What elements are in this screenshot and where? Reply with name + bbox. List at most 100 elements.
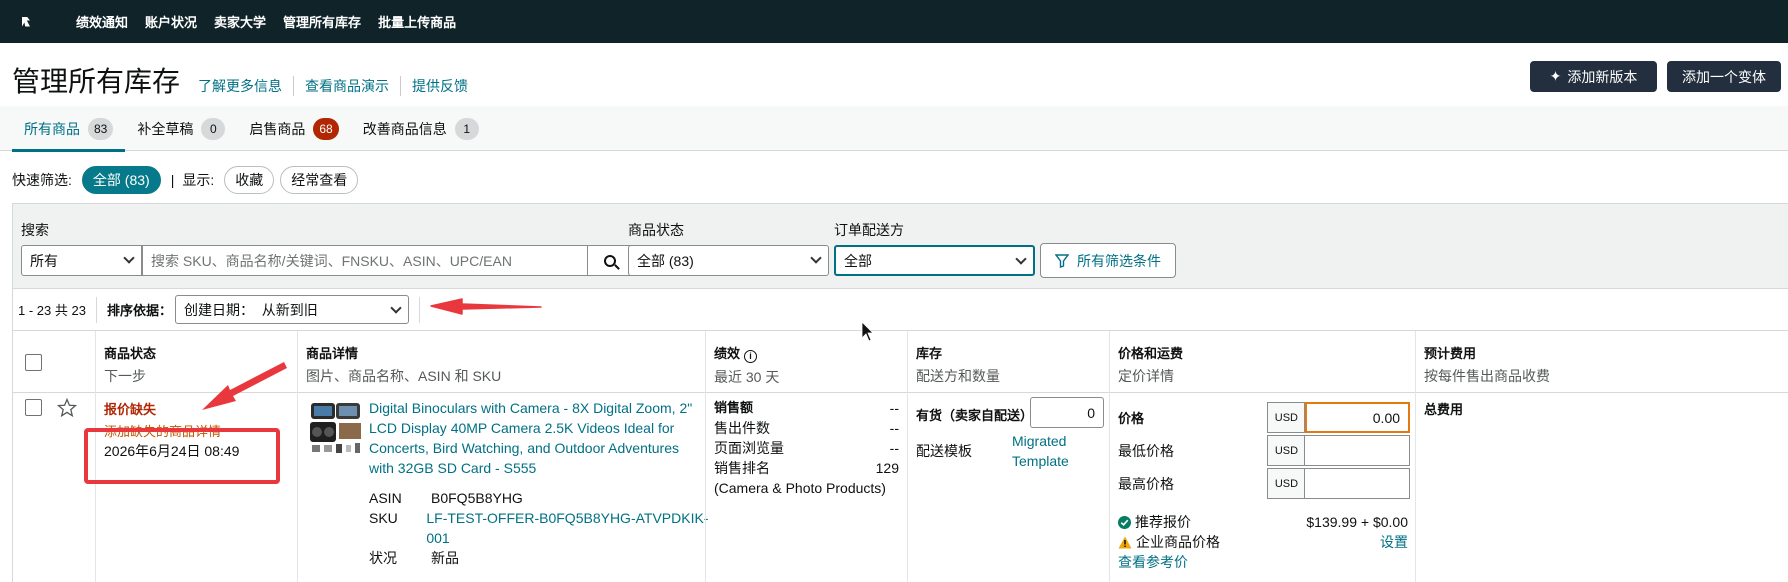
tab-label: 改善商品信息	[362, 120, 447, 137]
learn-more-link[interactable]: 了解更多信息	[198, 76, 295, 96]
column-fees: 预计费用 按每件售出商品收费	[1415, 331, 1788, 393]
divider	[418, 296, 420, 323]
column-title: 库存	[916, 346, 943, 361]
product-identifiers: ASIN B0FQ5B8YHG SKU LF-TEST-OFFER-B0FQ5B8Y…	[369, 488, 709, 568]
amazon-logo-icon[interactable]	[20, 14, 44, 30]
add-variant-button[interactable]: 添加一个变体	[1667, 61, 1781, 92]
column-title: 商品详情	[306, 346, 359, 361]
price-label: 价格	[1118, 411, 1145, 426]
shipping-template-link[interactable]: Migrated Template	[1012, 431, 1092, 471]
column-title: 价格和运费	[1118, 346, 1184, 361]
business-price-row: 企业商品价格 设置	[1118, 533, 1408, 551]
inventory-tabs: 所有商品 83 补全草稿 0 启售商品 68 改善商品信息 1	[0, 106, 1788, 152]
next-step-link[interactable]: 添加缺失的商品详情	[104, 421, 289, 440]
nav-item-manage-inventory[interactable]: 管理所有库存	[283, 12, 361, 31]
filter-favorites-pill[interactable]: 收藏	[224, 166, 275, 194]
nav-item-performance-notifications[interactable]: 绩效通知	[76, 12, 128, 31]
column-pricing: 价格和运费 定价详情	[1109, 331, 1415, 393]
created-date: 2026年6月24日 08:49	[104, 443, 240, 459]
column-details: 商品详情 图片、商品名称、ASIN 和 SKU	[297, 331, 705, 393]
product-thumbnail[interactable]	[308, 399, 365, 456]
quick-filter-label: 快速筛选:	[12, 172, 72, 188]
search-scope-select[interactable]: 所有	[21, 245, 142, 276]
sku-label: SKU	[369, 510, 398, 526]
nav-item-seller-university[interactable]: 卖家大学	[214, 12, 266, 31]
star-icon[interactable]	[57, 398, 77, 418]
pricing-cell: 价格 USD 0.00 最低价格 USD 最高价格 USD 推荐报价 $139.…	[1109, 393, 1415, 582]
divider	[95, 296, 97, 323]
sort-select[interactable]: 创建日期： 从新到旧	[174, 295, 409, 324]
tab-all-products[interactable]: 所有商品 83	[12, 106, 126, 152]
price-input[interactable]: 0.00	[1305, 402, 1411, 433]
column-subtitle: 最近 30 天	[714, 369, 780, 385]
max-price-label: 最高价格	[1118, 475, 1174, 492]
condition-value: 新品	[431, 550, 459, 566]
tab-label: 所有商品	[24, 120, 80, 137]
asin-label: ASIN	[369, 490, 402, 506]
view-demo-link[interactable]: 查看商品演示	[294, 76, 402, 96]
search-input[interactable]: 搜索 SKU、商品名称/关键词、FNSKU、ASIN、UPC/EAN	[142, 245, 588, 276]
total-fees-label: 总费用	[1424, 402, 1464, 417]
quantity-input[interactable]: 0	[1030, 397, 1104, 428]
warning-icon	[1118, 536, 1132, 549]
asin-value: B0FQ5B8YHG	[431, 490, 523, 506]
set-business-price-link[interactable]: 设置	[1380, 533, 1408, 551]
fulfillment-filter-select[interactable]: 全部	[834, 245, 1035, 276]
currency-label: USD	[1267, 468, 1306, 499]
rank-label: 销售排名	[714, 460, 770, 476]
filter-frequent-pill[interactable]: 经常查看	[280, 166, 359, 194]
fulfillment-type: 有货（卖家自配送）	[916, 408, 1034, 423]
performance-cell: 销售额 -- 售出件数 -- 页面浏览量 -- 销售排名 129 (Camera & P…	[705, 393, 907, 582]
page-title: 管理所有库存	[12, 66, 181, 97]
filter-icon	[1055, 253, 1069, 268]
product-title-link[interactable]: Digital Binoculars with Camera - 8X Digi…	[369, 398, 699, 478]
column-title: 预计费用	[1424, 346, 1477, 361]
status-badge: 报价缺失	[104, 402, 157, 417]
count-badge: 83	[88, 117, 114, 140]
count-badge: 1	[454, 117, 479, 140]
status-filter-select[interactable]: 全部 (83)	[628, 245, 829, 276]
status-cell: 报价缺失 添加缺失的商品详情 2026年6月24日 08:49	[95, 393, 297, 582]
results-count: 1 - 23 共 23	[18, 303, 86, 318]
all-filters-button[interactable]: 所有筛选条件	[1040, 243, 1176, 278]
units-value: --	[889, 420, 899, 436]
chevron-down-icon	[1015, 253, 1027, 265]
table-header: 商品状态 下一步 商品详情 图片、商品名称、ASIN 和 SKU 绩效 i 最近 …	[12, 331, 1788, 393]
search-panel: 搜索 所有 搜索 SKU、商品名称/关键词、FNSKU、ASIN、UPC/EAN…	[12, 203, 1788, 289]
sku-link[interactable]: LF-TEST-OFFER-B0FQ5B8YHG-ATVPDKIK-001	[426, 508, 709, 548]
max-price-row: 最高价格 USD	[1118, 468, 1410, 499]
top-nav: 绩效通知 账户状况 卖家大学 管理所有库存 批量上传商品	[0, 0, 1788, 43]
tab-active-listings[interactable]: 启售商品 68	[237, 106, 350, 151]
column-inventory: 库存 配送方和数量	[907, 331, 1109, 393]
views-value: --	[889, 440, 899, 456]
column-subtitle: 定价详情	[1118, 368, 1174, 384]
view-reference-price-link[interactable]: 查看参考价	[1118, 553, 1188, 571]
count-badge: 0	[201, 117, 226, 140]
search-label: 搜索	[21, 222, 49, 238]
fees-cell: 总费用	[1415, 393, 1788, 582]
sales-value: --	[889, 400, 899, 416]
select-all-checkbox[interactable]	[25, 354, 42, 371]
min-price-row: 最低价格 USD	[1118, 435, 1410, 466]
details-cell: Digital Binoculars with Camera - 8X Digi…	[297, 393, 708, 582]
nav-item-account-health[interactable]: 账户状况	[145, 12, 197, 31]
row-checkbox[interactable]	[25, 399, 42, 416]
feedback-link[interactable]: 提供反馈	[401, 76, 479, 96]
search-button[interactable]	[587, 245, 633, 276]
filter-all-pill[interactable]: 全部 (83)	[81, 166, 161, 194]
quick-filters: 快速筛选: 全部 (83) | 显示: 收藏 经常查看	[12, 166, 364, 194]
sort-label: 排序依据：	[106, 303, 172, 318]
column-subtitle: 按每件售出商品收费	[1424, 368, 1550, 384]
add-new-version-button[interactable]: ✦ 添加新版本	[1530, 61, 1657, 92]
business-price-label: 企业商品价格	[1136, 534, 1220, 550]
tab-drafts[interactable]: 补全草稿 0	[125, 106, 237, 151]
tab-improve-listings[interactable]: 改善商品信息 1	[351, 106, 491, 151]
nav-item-bulk-upload[interactable]: 批量上传商品	[378, 12, 456, 31]
info-icon[interactable]: i	[744, 350, 758, 363]
max-price-input[interactable]	[1305, 468, 1410, 499]
add-new-version-label: 添加新版本	[1567, 68, 1638, 85]
fulfillment-filter-label: 订单配送方	[834, 222, 904, 238]
views-label: 页面浏览量	[714, 440, 784, 456]
min-price-input[interactable]	[1305, 435, 1410, 466]
tab-label: 启售商品	[249, 120, 306, 137]
